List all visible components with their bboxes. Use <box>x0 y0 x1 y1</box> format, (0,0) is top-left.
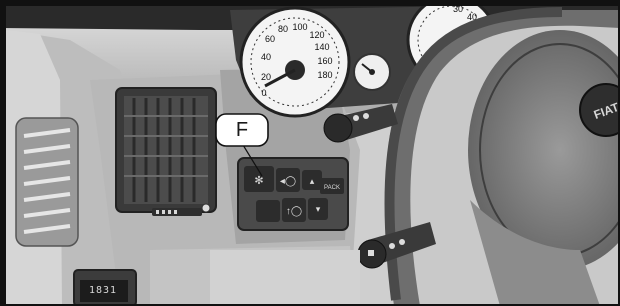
svg-text:↑◯: ↑◯ <box>286 206 302 217</box>
speedometer-tick: 0 <box>261 88 266 98</box>
fuel-gauge <box>353 53 391 91</box>
speedometer-tick: 120 <box>309 30 324 40</box>
pack-button-label: PACK <box>324 185 340 191</box>
speedometer-tick: 140 <box>314 42 329 52</box>
center-air-vent <box>115 87 217 216</box>
speedometer-tick: 80 <box>278 24 288 34</box>
radio-display-text: 1831 <box>88 285 118 296</box>
panel-switch-5[interactable] <box>256 200 280 222</box>
side-air-vent <box>15 117 79 247</box>
svg-text:✻: ✻ <box>254 175 263 187</box>
speedometer-tick: 20 <box>261 72 271 82</box>
speedometer-tick: 100 <box>292 22 307 32</box>
speedometer-tick: 40 <box>261 52 271 62</box>
switch-panel: ✻ ◂◯ ▴ PACK ↑◯ ▾ <box>237 157 349 231</box>
svg-text:▴: ▴ <box>310 176 315 186</box>
tachometer-tick: 30 <box>453 4 463 14</box>
speedometer-tick: 60 <box>265 34 275 44</box>
svg-text:◂◯: ◂◯ <box>280 176 296 187</box>
speedometer-tick: 180 <box>317 70 332 80</box>
speedometer-tick: 160 <box>317 56 332 66</box>
speedometer: 20 40 60 80 100 120 140 160 180 0 <box>239 6 351 118</box>
callout-label: F <box>235 119 249 141</box>
dashboard-photo: 20 40 60 80 100 120 140 160 180 0 30 40 … <box>0 0 620 306</box>
svg-text:▾: ▾ <box>316 204 321 214</box>
dashboard-illustration: 20 40 60 80 100 120 140 160 180 0 30 40 … <box>0 0 620 306</box>
